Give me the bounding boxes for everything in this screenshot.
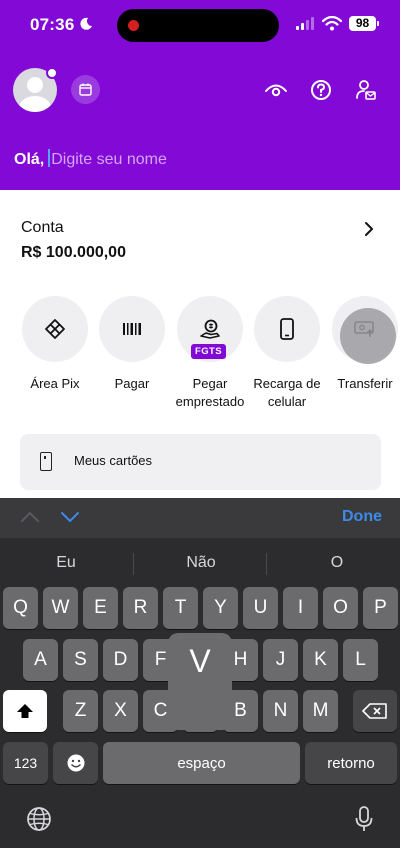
notification-dot-icon (46, 67, 58, 79)
greeting-label: Olá, (14, 151, 45, 168)
header: 07:36 98 Olá, Digite seu nome (0, 0, 400, 190)
key-d[interactable]: D (103, 639, 138, 681)
return-key[interactable]: retorno (305, 742, 397, 784)
action-recarga-celular[interactable]: Recarga de celular (252, 296, 322, 411)
key-e[interactable]: E (83, 587, 118, 629)
dynamic-island (117, 9, 279, 42)
suggestion-item[interactable]: Eu (26, 554, 106, 572)
card-icon (40, 452, 52, 471)
name-placeholder: Digite seu nome (51, 151, 167, 168)
globe-icon[interactable] (26, 806, 52, 832)
help-icon (311, 80, 331, 100)
backspace-key[interactable] (353, 690, 397, 732)
wifi-icon (322, 16, 342, 31)
moon-icon (80, 17, 92, 30)
space-key[interactable]: espaço (103, 742, 300, 784)
eye-icon (265, 84, 287, 97)
suggestion-item[interactable]: Não (161, 554, 241, 572)
calendar-icon (79, 83, 92, 96)
key-u[interactable]: U (243, 587, 278, 629)
done-button[interactable]: Done (342, 508, 382, 526)
key-popup: V (168, 633, 232, 730)
key-o[interactable]: O (323, 587, 358, 629)
key-x[interactable]: X (103, 690, 138, 732)
key-w[interactable]: W (43, 587, 78, 629)
suggestion-item[interactable]: O (297, 554, 377, 572)
signal-icon (296, 17, 314, 30)
text-caret (48, 149, 51, 167)
key-a[interactable]: A (23, 639, 58, 681)
touch-indicator (340, 308, 396, 364)
invite-button[interactable] (354, 78, 378, 102)
emoji-key[interactable] (53, 742, 98, 784)
action-label: Transferir (337, 376, 393, 391)
action-label: Pegar emprestado (175, 376, 245, 409)
chevron-down-icon[interactable] (60, 510, 80, 524)
barcode-icon (123, 323, 141, 335)
key-z[interactable]: Z (63, 690, 98, 732)
suggestion-divider (266, 553, 267, 575)
shift-key[interactable] (3, 690, 47, 732)
status-bar: 07:36 98 (0, 0, 400, 50)
show-balance-button[interactable] (264, 78, 288, 102)
main-content: Conta R$ 100.000,00 Área Pix Pagar FGTS … (0, 190, 400, 498)
key-j[interactable]: J (263, 639, 298, 681)
my-cards-button[interactable]: Meus cartões (20, 434, 381, 490)
key-k[interactable]: K (303, 639, 338, 681)
key-q[interactable]: Q (3, 587, 38, 629)
shift-icon (17, 704, 33, 718)
action-pegar-emprestado[interactable]: FGTS Pegar emprestado (175, 296, 245, 411)
calendar-button[interactable] (71, 75, 100, 104)
phone-icon (280, 318, 294, 340)
microphone-icon[interactable] (354, 805, 374, 833)
chevron-up-icon[interactable] (20, 510, 40, 524)
suggestion-divider (133, 553, 134, 575)
name-input[interactable]: Olá, Digite seu nome (14, 149, 167, 169)
account-title: Conta (21, 219, 64, 236)
action-label: Área Pix (30, 376, 80, 391)
pix-icon (45, 319, 65, 339)
action-label: Pagar (114, 376, 150, 391)
chevron-right-icon[interactable] (360, 220, 378, 238)
key-l[interactable]: L (343, 639, 378, 681)
recording-dot-icon (128, 20, 139, 31)
action-label: Recarga de celular (253, 376, 321, 409)
emoji-icon (67, 754, 84, 772)
key-t[interactable]: T (163, 587, 198, 629)
battery-indicator: 98 (349, 16, 379, 31)
loan-icon (200, 319, 220, 339)
key-s[interactable]: S (63, 639, 98, 681)
numbers-key[interactable]: 123 (3, 742, 48, 784)
my-cards-label: Meus cartões (74, 453, 153, 468)
help-button[interactable] (309, 78, 333, 102)
account-balance: R$ 100.000,00 (21, 244, 126, 261)
key-i[interactable]: I (283, 587, 318, 629)
status-time: 07:36 (30, 15, 75, 34)
user-mail-icon (356, 80, 376, 100)
backspace-icon (362, 703, 387, 719)
key-n[interactable]: N (263, 690, 298, 732)
action-pagar[interactable]: Pagar (97, 296, 167, 393)
fgts-badge: FGTS (191, 344, 226, 359)
key-m[interactable]: M (303, 690, 338, 732)
key-y[interactable]: Y (203, 587, 238, 629)
key-r[interactable]: R (123, 587, 158, 629)
key-p[interactable]: P (363, 587, 398, 629)
keyboard-toolbar: Done (0, 498, 400, 538)
action-area-pix[interactable]: Área Pix (20, 296, 90, 393)
